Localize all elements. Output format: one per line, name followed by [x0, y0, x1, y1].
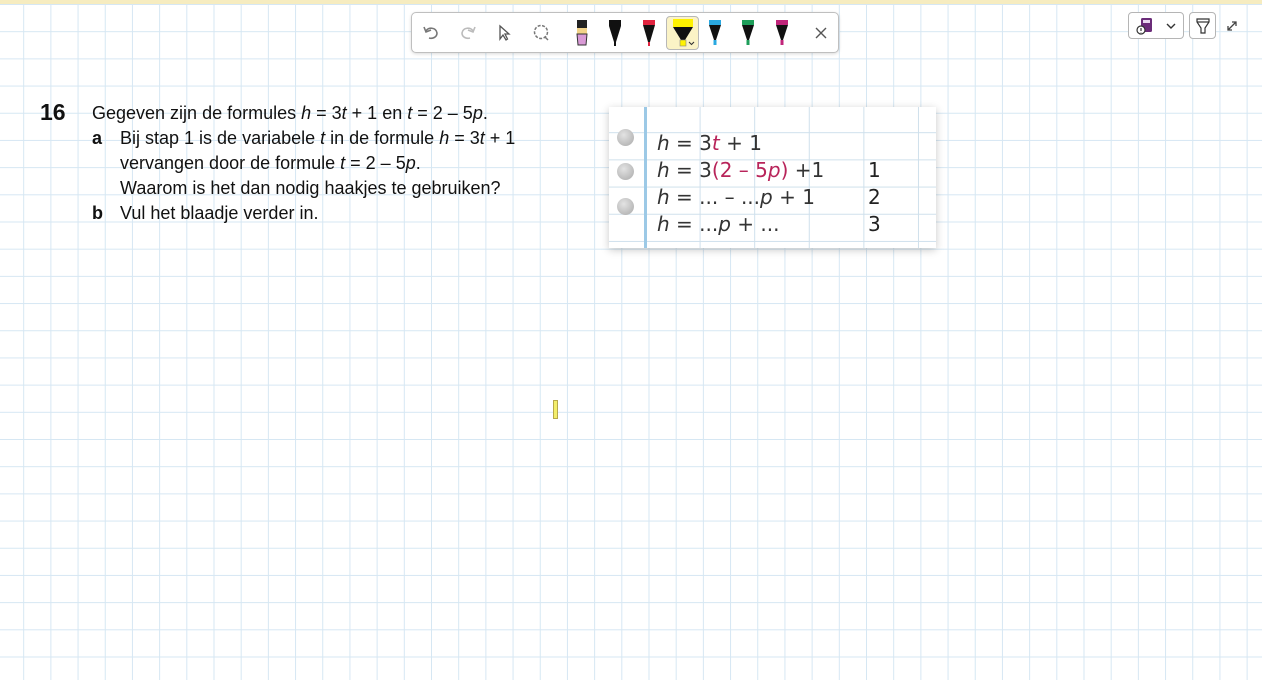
formula-row-1: h = 3t + 1: [657, 131, 762, 155]
yellow-highlighter-icon[interactable]: [666, 16, 699, 50]
top-accent-bar: [0, 0, 1262, 4]
undo-icon[interactable]: [416, 18, 446, 48]
step-number: 1: [868, 158, 881, 182]
redo-icon[interactable]: [453, 18, 483, 48]
magenta-marker-icon[interactable]: [767, 18, 797, 48]
margin-line: [644, 107, 647, 248]
blaadje-card: h = 3t + 1 h = 3(2 – 5p) +1 h = ... – ..…: [609, 107, 936, 248]
green-marker-icon[interactable]: [733, 18, 763, 48]
step-number: 2: [868, 185, 881, 209]
exercise-number: 16: [40, 99, 66, 125]
chevron-down-icon: [1166, 23, 1176, 29]
part-b-label: b: [92, 203, 103, 223]
formula-row-4: h = ...p + ...: [657, 212, 780, 236]
punch-hole: [617, 198, 634, 215]
pink-marker-icon[interactable]: [567, 18, 597, 48]
marker-icon: [1195, 17, 1210, 34]
close-icon[interactable]: [806, 18, 836, 48]
marker-tool-button[interactable]: [1189, 12, 1216, 39]
black-marker-icon[interactable]: [600, 18, 630, 48]
exercise-intro: Gegeven zijn de formules h = 3t + 1 en t…: [92, 103, 488, 123]
punch-hole: [617, 163, 634, 180]
step-number: 3: [868, 212, 881, 236]
part-a-line-1: Bij stap 1 is de variabele t in de formu…: [120, 128, 516, 148]
part-a-line-2: vervangen door de formule t = 2 – 5p.: [120, 153, 421, 173]
formula-row-2: h = 3(2 – 5p) +1: [657, 158, 825, 182]
part-a-question: Waarom is het dan nodig haakjes te gebru…: [120, 178, 501, 198]
calculator-icon: [1136, 17, 1152, 35]
lasso-icon[interactable]: [527, 18, 557, 48]
expand-icon: [1227, 20, 1237, 31]
fullscreen-button[interactable]: [1221, 12, 1243, 39]
drawing-toolbar: [411, 12, 839, 53]
part-b-text: Vul het blaadje verder in.: [120, 203, 319, 223]
red-marker-icon[interactable]: [634, 18, 664, 48]
pointer-icon[interactable]: [489, 18, 519, 48]
punch-hole: [617, 129, 634, 146]
part-a-label: a: [92, 128, 103, 148]
blue-marker-icon[interactable]: [700, 18, 730, 48]
text-cursor: [553, 400, 558, 419]
formula-row-3: h = ... – ...p + 1: [657, 185, 815, 209]
tools-menu-button[interactable]: [1128, 12, 1184, 39]
